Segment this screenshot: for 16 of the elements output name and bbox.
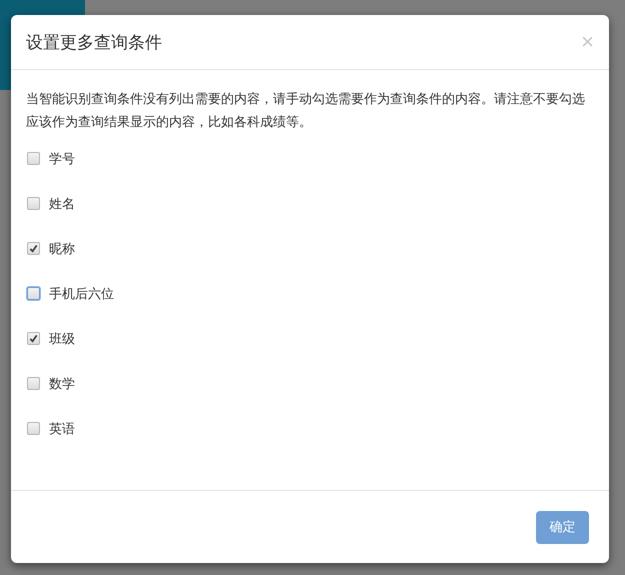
option-label: 姓名 bbox=[49, 196, 75, 212]
checkbox[interactable] bbox=[27, 242, 40, 255]
dialog-title: 设置更多查询条件 bbox=[26, 32, 162, 54]
option-label: 班级 bbox=[49, 330, 75, 348]
checkbox[interactable] bbox=[27, 377, 40, 390]
description-text: 当智能识别查询条件没有列出需要的内容，请手动勾选需要作为查询条件的内容。请注意不要勾选应该作为查询结果显示的内容，比如各科成绩等。 bbox=[26, 91, 586, 132]
option-label: 昵称 bbox=[49, 240, 75, 258]
option-label: 学号 bbox=[49, 150, 75, 168]
close-button[interactable]: × bbox=[581, 31, 594, 53]
option-label: 数学 bbox=[49, 376, 75, 392]
checkbox[interactable] bbox=[27, 422, 40, 435]
option-label: 手机后六位 bbox=[49, 286, 114, 302]
checkbox[interactable] bbox=[27, 332, 40, 345]
checkbox[interactable] bbox=[27, 197, 40, 210]
checkbox[interactable] bbox=[27, 152, 40, 165]
option-label: 英语 bbox=[49, 420, 75, 438]
